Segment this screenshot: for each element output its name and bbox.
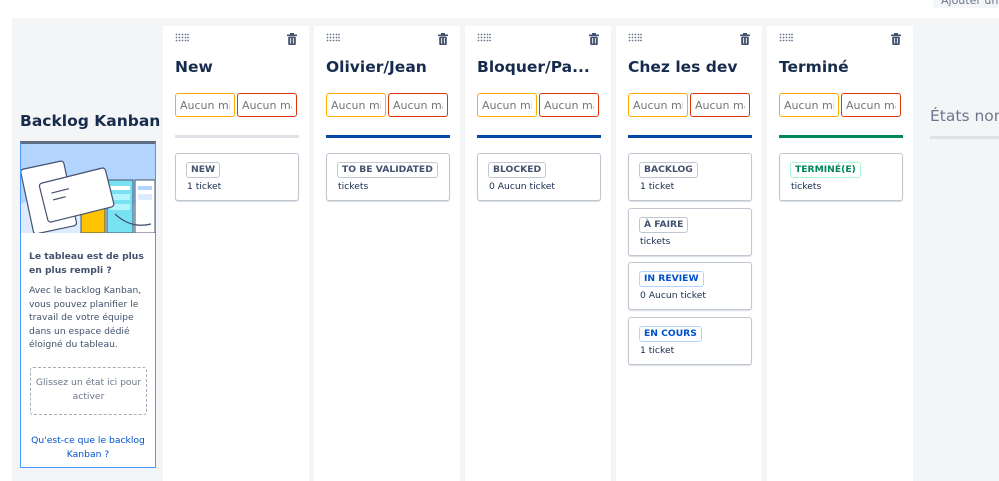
status-card[interactable]: TO BE VALIDATED tickets: [326, 153, 450, 201]
ticket-count: 1 ticket: [640, 344, 675, 356]
status-card[interactable]: BACKLOG 1 ticket: [628, 153, 752, 201]
column-color-bar: [175, 135, 299, 138]
status-lozenge: À FAIRE: [639, 216, 689, 233]
ticket-count: 0 Aucun ticket: [640, 290, 706, 301]
column-color-bar: [779, 135, 903, 138]
max-limit-input[interactable]: [690, 93, 750, 117]
status-lozenge: NEW: [186, 162, 221, 178]
ticket-count: tickets: [640, 235, 671, 247]
backlog-illustration: [21, 144, 155, 233]
max-limit-input[interactable]: [539, 93, 599, 117]
ticket-count: 1 ticket: [640, 181, 675, 192]
min-limit-input[interactable]: [477, 93, 537, 117]
status-card[interactable]: EN COURS 1 ticket: [628, 316, 752, 365]
min-limit-input[interactable]: [779, 93, 839, 117]
min-limit-input[interactable]: [175, 93, 235, 117]
drag-handle-icon[interactable]: [628, 33, 642, 42]
drag-handle-icon[interactable]: [175, 33, 189, 42]
max-limit-input[interactable]: [237, 93, 297, 117]
status-lozenge: EN COURS: [639, 325, 702, 342]
status-list: BLOCKED 0 Aucun ticket: [477, 153, 601, 208]
column-termine: Terminé TERMINÉ(E) tickets: [767, 26, 913, 481]
status-card[interactable]: TERMINÉ(E) tickets: [779, 153, 903, 201]
status-lozenge: TO BE VALIDATED: [337, 162, 438, 178]
kanban-board: Backlog Kanban Le tableau est de plus en…: [12, 18, 999, 481]
drag-handle-icon[interactable]: [779, 33, 793, 42]
status-list: TO BE VALIDATED tickets: [326, 153, 450, 208]
ticket-count: tickets: [338, 181, 369, 192]
status-card[interactable]: IN REVIEW 0 Aucun ticket: [628, 262, 752, 310]
status-lozenge: BACKLOG: [639, 162, 698, 178]
column-title[interactable]: Olivier/Jean: [326, 58, 450, 76]
trash-icon[interactable]: [287, 33, 297, 45]
drag-handle-icon[interactable]: [477, 33, 491, 42]
column-title[interactable]: New: [175, 58, 299, 76]
unassigned-states-title: États non: [930, 107, 999, 125]
status-dropzone[interactable]: Glissez un état ici pour activer: [30, 367, 147, 415]
column-title[interactable]: Terminé: [779, 58, 903, 76]
column-olivier-jean: Olivier/Jean TO BE VALIDATED tickets: [314, 26, 460, 481]
status-lozenge: BLOCKED: [488, 162, 547, 178]
promo-body: Avec le backlog Kanban, vous pouvez plan…: [29, 285, 142, 351]
ticket-count: tickets: [791, 181, 822, 192]
column-bloquer: Bloquer/Pa... BLOCKED 0 Aucun ticket: [465, 26, 611, 481]
backlog-panel: Backlog Kanban Le tableau est de plus en…: [20, 18, 160, 481]
trash-icon[interactable]: [740, 33, 750, 45]
column-color-bar: [628, 135, 752, 138]
add-button[interactable]: Ajouter une: [933, 0, 999, 8]
max-limit-input[interactable]: [841, 93, 901, 117]
backlog-help-link[interactable]: Qu'est-ce que le backlog Kanban ?: [27, 434, 149, 461]
min-limit-input[interactable]: [326, 93, 386, 117]
status-card[interactable]: À FAIRE tickets: [628, 207, 752, 256]
column-title[interactable]: Bloquer/Pa...: [477, 58, 601, 76]
ticket-count: 0 Aucun ticket: [489, 181, 555, 192]
status-list: TERMINÉ(E) tickets: [779, 153, 903, 208]
status-list: BACKLOG 1 ticket À FAIRE tickets IN REVI…: [628, 153, 752, 371]
promo-title: Le tableau est de plus en plus rempli ?: [29, 251, 144, 276]
status-lozenge: TERMINÉ(E): [790, 162, 861, 178]
column-chez-les-dev: Chez les dev BACKLOG 1 ticket À FAIRE ti…: [616, 26, 762, 481]
trash-icon[interactable]: [891, 33, 901, 45]
drag-handle-icon[interactable]: [326, 33, 340, 42]
max-limit-input[interactable]: [388, 93, 448, 117]
column-title[interactable]: Chez les dev: [628, 58, 752, 76]
ticket-count: 1 ticket: [187, 181, 222, 192]
column-color-bar: [326, 135, 450, 138]
column-new: New NEW 1 ticket: [163, 26, 309, 481]
status-list: NEW 1 ticket: [175, 153, 299, 208]
backlog-title: Backlog Kanban: [20, 112, 161, 130]
status-card[interactable]: NEW 1 ticket: [175, 153, 299, 201]
backlog-promo-card: Le tableau est de plus en plus rempli ? …: [20, 141, 156, 468]
trash-icon[interactable]: [589, 33, 599, 45]
unassigned-states-bar: [930, 136, 999, 139]
status-lozenge: IN REVIEW: [639, 271, 704, 287]
trash-icon[interactable]: [438, 33, 448, 45]
status-card[interactable]: BLOCKED 0 Aucun ticket: [477, 153, 601, 201]
column-color-bar: [477, 135, 601, 138]
min-limit-input[interactable]: [628, 93, 688, 117]
